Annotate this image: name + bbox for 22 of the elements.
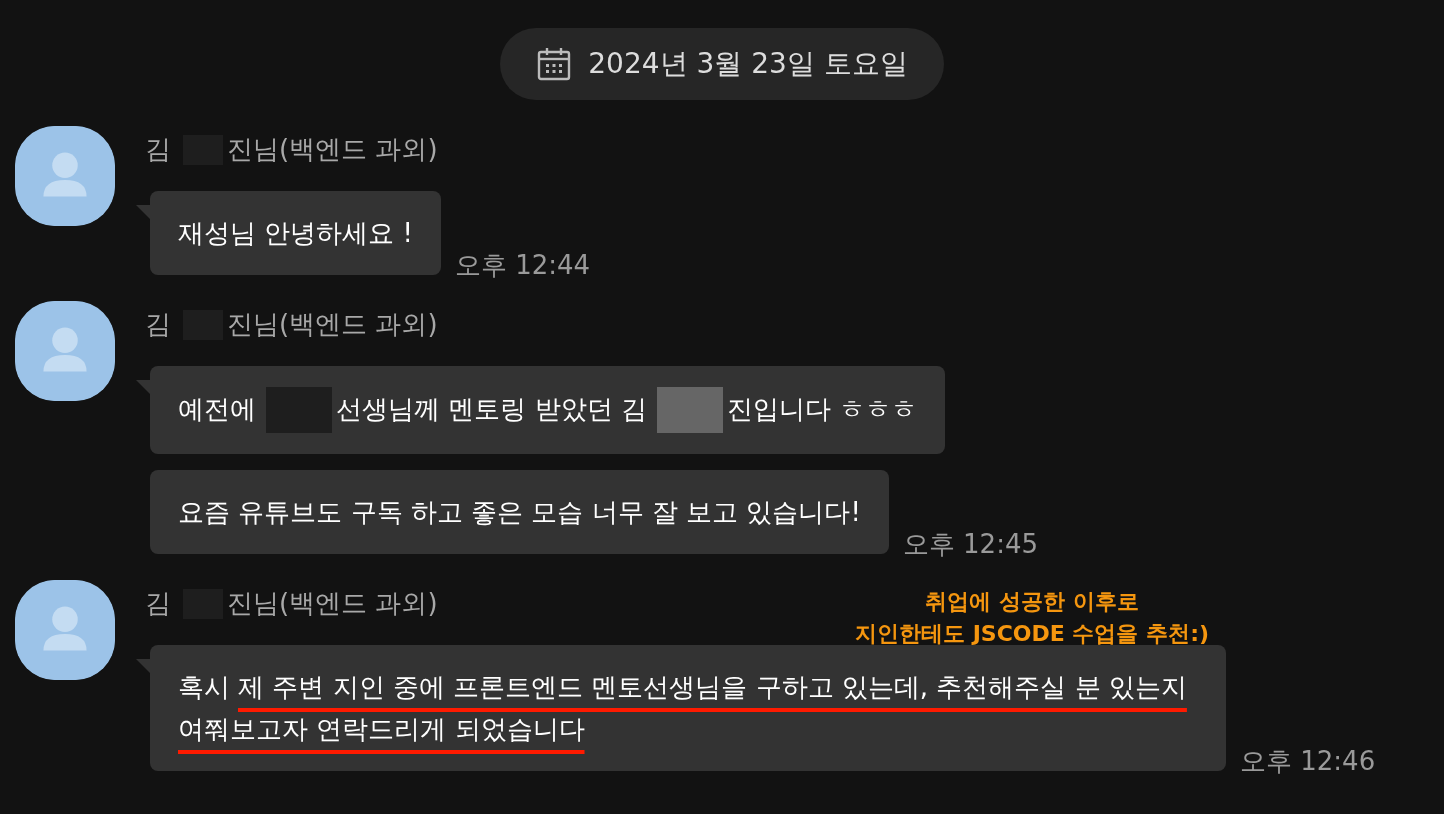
message-text: 선생님께 멘토링 받았던 김 bbox=[336, 393, 647, 424]
calendar-icon bbox=[536, 46, 573, 82]
sender-name: 김 bbox=[145, 587, 171, 620]
message-text: 예전에 bbox=[178, 393, 256, 424]
sender-name: 진님(백엔드 과외) bbox=[227, 308, 438, 341]
annotation-text: 취업에 성공한 이후로 bbox=[925, 588, 1139, 616]
avatar-icon[interactable] bbox=[15, 126, 115, 226]
date-text: 2024년 3월 23일 토요일 bbox=[588, 46, 908, 82]
avatar-icon[interactable] bbox=[15, 301, 115, 401]
message-text: 혹시 제 주변 지인 중에 프론트엔드 멘토선생님을 구하고 있는데, 추천해주실 분 있는지 여쭤보고자 연락드리게 되었습니다 bbox=[178, 672, 1187, 744]
timestamp: 오후 12:44 bbox=[454, 249, 591, 282]
message-text: 진입니다 ㅎㅎㅎ bbox=[726, 393, 918, 424]
annotation-text: 지인한테도 JSCODE 수업을 추천:) bbox=[855, 620, 1209, 648]
avatar-icon[interactable] bbox=[15, 580, 115, 680]
sender-name: 진님(백엔드 과외) bbox=[227, 587, 438, 620]
timestamp: 오후 12:45 bbox=[902, 528, 1038, 561]
sender-name: 김 bbox=[145, 133, 171, 166]
message-text: 요즘 유튜브도 구독 하고 좋은 모습 너무 잘 보고 있습니다! bbox=[178, 497, 861, 527]
sender-name: 진님(백엔드 과외) bbox=[227, 133, 438, 166]
timestamp: 오후 12:46 bbox=[1240, 745, 1376, 778]
message-text: 재성님 안녕하세요 ! bbox=[178, 218, 413, 248]
sender-name: 김 bbox=[145, 308, 171, 341]
